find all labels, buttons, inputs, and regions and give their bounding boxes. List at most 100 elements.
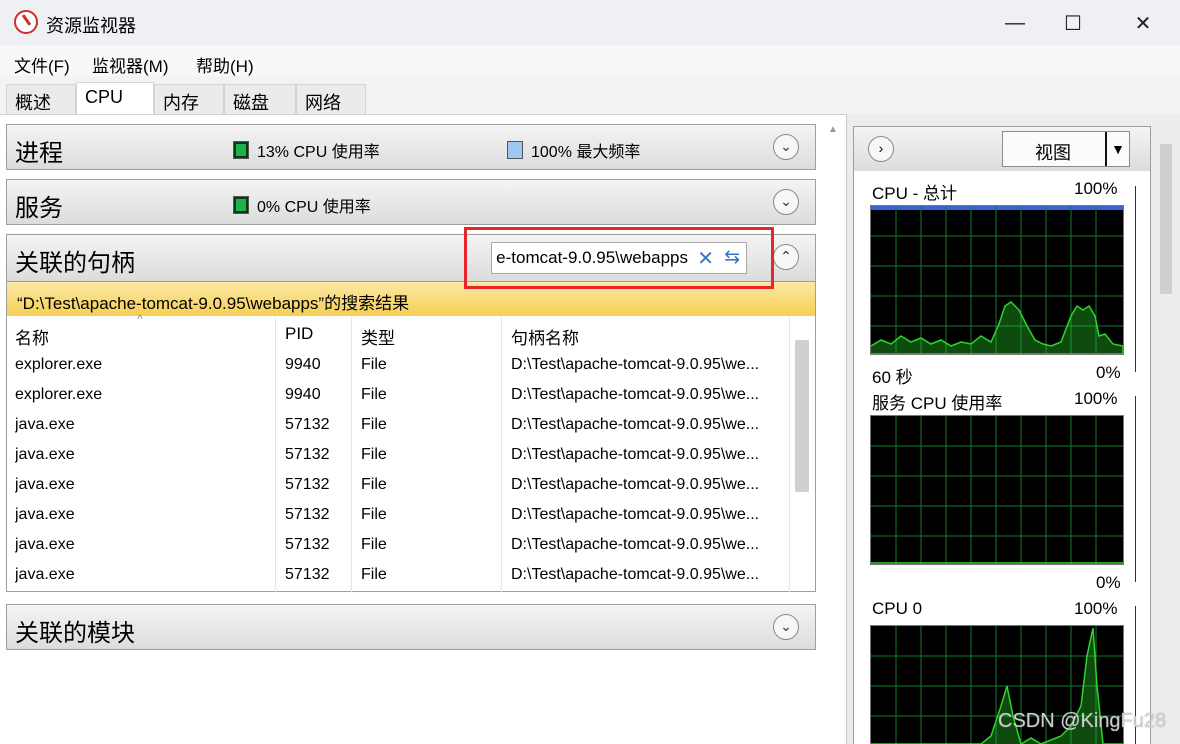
cell-type: File (361, 356, 387, 373)
processes-cpu-usage: 13% CPU 使用率 (233, 138, 380, 162)
processes-section-header[interactable]: 进程 13% CPU 使用率 100% 最大频率 ⌄ (6, 124, 816, 170)
max-frequency-line (871, 206, 1123, 210)
cell-pid: 57132 (285, 536, 330, 553)
cell-name: explorer.exe (15, 386, 103, 403)
cell-pid: 57132 (285, 566, 330, 583)
title-bar: 资源监视器 — ☐ ✕ (0, 0, 1180, 46)
cell-type: File (361, 506, 387, 523)
graphs-pane: › 视图 ▼ CPU - 总计 100% 60 秒 0% 服务 CPU 使用率 … (853, 126, 1151, 744)
chevron-down-icon[interactable]: ⌄ (773, 134, 799, 160)
graph-time-label: 60 秒 (872, 368, 913, 387)
services-title: 服务 (15, 195, 63, 222)
table-row[interactable]: java.exe 57132 File D:\Test\apache-tomca… (7, 412, 787, 442)
table-row[interactable]: explorer.exe 9940 File D:\Test\apache-to… (7, 352, 787, 382)
cell-name: java.exe (15, 536, 75, 553)
maximize-button[interactable]: ☐ (1050, 6, 1096, 40)
tab-memory[interactable]: 内存 (154, 84, 224, 114)
cell-type: File (361, 536, 387, 553)
handles-title: 关联的句柄 (15, 250, 135, 277)
cell-pid: 57132 (285, 506, 330, 523)
tab-bar: 概述 CPU 内存 磁盘 网络 (0, 76, 1180, 114)
column-divider (789, 316, 790, 592)
graph-max-label: 100% (1074, 179, 1118, 198)
blue-legend-icon (507, 141, 523, 159)
watermark: CSDN @KingFu28 (998, 710, 1167, 732)
table-row[interactable]: java.exe 57132 File D:\Test\apache-tomca… (7, 442, 787, 472)
modules-section-header[interactable]: 关联的模块 ⌄ (6, 604, 816, 650)
right-panel: › 视图 ▼ CPU - 总计 100% 60 秒 0% 服务 CPU 使用率 … (846, 114, 1180, 744)
column-header-type[interactable]: 类型 (361, 324, 395, 349)
graph-title-cpu0: CPU 0 (872, 599, 923, 618)
cell-name: java.exe (15, 506, 75, 523)
cell-name: java.exe (15, 446, 75, 463)
dropdown-arrow-icon[interactable]: ▼ (1105, 132, 1129, 166)
cell-name: java.exe (15, 566, 75, 583)
minimize-button[interactable]: — (992, 6, 1038, 40)
tab-cpu[interactable]: CPU (76, 82, 154, 114)
cell-handle-name: D:\Test\apache-tomcat-9.0.95\we... (511, 536, 760, 553)
graphs-header: › 视图 ▼ (854, 127, 1150, 171)
cell-name: java.exe (15, 416, 75, 433)
menu-monitor[interactable]: 监视器(M) (92, 52, 168, 77)
graph-scale-tick (1135, 186, 1136, 372)
handles-table: ^ 名称 PID 类型 句柄名称 explorer.exe 9940 File … (6, 312, 816, 592)
clear-search-icon[interactable]: ✕ (697, 246, 714, 271)
cell-name: explorer.exe (15, 356, 103, 373)
menu-help[interactable]: 帮助(H) (196, 52, 254, 77)
right-panel-scrollbar-thumb[interactable] (1160, 144, 1172, 294)
chevron-down-icon[interactable]: ⌄ (773, 189, 799, 215)
table-row[interactable]: java.exe 57132 File D:\Test\apache-tomca… (7, 532, 787, 562)
cell-type: File (361, 566, 387, 583)
table-scrollbar-thumb[interactable] (795, 340, 809, 492)
menu-file[interactable]: 文件(F) (14, 52, 70, 77)
graph-grid (871, 416, 1123, 564)
cell-pid: 9940 (285, 356, 321, 373)
view-dropdown-button[interactable]: 视图 ▼ (1002, 131, 1130, 167)
column-header-pid[interactable]: PID (285, 324, 313, 344)
table-row[interactable]: java.exe 57132 File D:\Test\apache-tomca… (7, 502, 787, 532)
column-header-handle-name[interactable]: 句柄名称 (511, 324, 579, 349)
graph-title-cpu-total: CPU - 总计 (872, 184, 957, 203)
services-cpu-graph (870, 415, 1124, 565)
services-cpu-usage: 0% CPU 使用率 (233, 193, 371, 217)
graph-scale-tick (1135, 396, 1136, 582)
search-text: e-tomcat-9.0.95\webapps (496, 248, 688, 267)
cell-handle-name: D:\Test\apache-tomcat-9.0.95\we... (511, 506, 760, 523)
column-header-name[interactable]: 名称 (15, 324, 49, 349)
tab-network[interactable]: 网络 (296, 84, 366, 114)
chevron-up-icon[interactable]: ⌃ (773, 244, 799, 270)
handle-search-input[interactable]: e-tomcat-9.0.95\webapps ✕ ⇆ (491, 242, 747, 274)
services-section-header[interactable]: 服务 0% CPU 使用率 ⌄ (6, 179, 816, 225)
handles-section-header[interactable]: 关联的句柄 e-tomcat-9.0.95\webapps ✕ ⇆ ⌃ (6, 234, 816, 282)
cell-type: File (361, 476, 387, 493)
cell-handle-name: D:\Test\apache-tomcat-9.0.95\we... (511, 476, 760, 493)
close-button[interactable]: ✕ (1120, 6, 1166, 40)
table-row[interactable]: java.exe 57132 File D:\Test\apache-tomca… (7, 472, 787, 502)
resource-monitor-icon (14, 10, 38, 34)
scroll-up-arrow-icon[interactable]: ▲ (828, 124, 838, 135)
cell-type: File (361, 416, 387, 433)
tab-disk[interactable]: 磁盘 (224, 84, 296, 114)
table-row[interactable]: java.exe 57132 File D:\Test\apache-tomca… (7, 562, 787, 592)
cell-pid: 57132 (285, 416, 330, 433)
services-cpu-graph-svg (871, 416, 1123, 564)
table-row[interactable]: explorer.exe 9940 File D:\Test\apache-to… (7, 382, 787, 412)
search-refresh-icon[interactable]: ⇆ (724, 246, 740, 269)
cell-handle-name: D:\Test\apache-tomcat-9.0.95\we... (511, 386, 760, 403)
left-panel-scrollbar[interactable]: ▲ (826, 124, 840, 744)
cell-handle-name: D:\Test\apache-tomcat-9.0.95\we... (511, 416, 760, 433)
modules-title: 关联的模块 (15, 620, 135, 647)
chevron-down-icon[interactable]: ⌄ (773, 614, 799, 640)
processes-title: 进程 (15, 140, 63, 167)
graph-title-services-cpu: 服务 CPU 使用率 (872, 394, 1003, 413)
cell-handle-name: D:\Test\apache-tomcat-9.0.95\we... (511, 356, 760, 373)
cell-pid: 57132 (285, 476, 330, 493)
cpu-total-graph (870, 205, 1124, 355)
chevron-right-icon[interactable]: › (868, 136, 894, 162)
view-label: 视图 (1035, 143, 1071, 163)
cell-type: File (361, 386, 387, 403)
graph-max-label: 100% (1074, 599, 1118, 618)
graph-min-label: 0% (1096, 573, 1121, 592)
processes-max-frequency: 100% 最大频率 (507, 138, 640, 162)
tab-overview[interactable]: 概述 (6, 84, 76, 114)
